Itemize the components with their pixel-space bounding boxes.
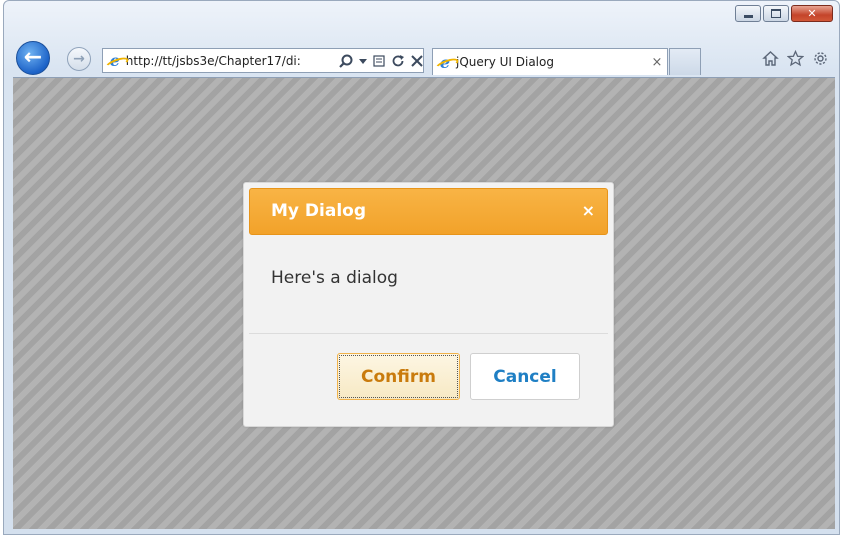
browser-tab-active[interactable]: e jQuery UI Dialog × xyxy=(432,48,668,75)
new-tab-button[interactable] xyxy=(669,48,701,75)
back-arrow-icon: ← xyxy=(23,45,43,70)
back-button[interactable]: ← xyxy=(16,41,50,75)
dialog-title: My Dialog xyxy=(271,201,367,221)
navigation-bar: ← → e http://tt/jsbs3e/Chapter17/di: e j… xyxy=(4,41,839,77)
address-bar-buttons xyxy=(339,54,423,68)
forward-arrow-icon: → xyxy=(73,51,85,67)
forward-button[interactable]: → xyxy=(67,47,91,71)
maximize-button[interactable] xyxy=(763,5,789,22)
dropdown-icon[interactable] xyxy=(359,54,367,68)
window-caption-buttons: ✕ xyxy=(735,5,833,22)
tab-close-icon[interactable]: × xyxy=(647,55,667,70)
dialog-close-icon[interactable]: × xyxy=(582,201,595,220)
modal-dialog: My Dialog × Here's a dialog Confirm Canc… xyxy=(243,182,614,427)
confirm-button[interactable]: Confirm xyxy=(337,353,460,400)
ie-page-icon: e xyxy=(107,51,123,70)
dialog-titlebar[interactable]: My Dialog × xyxy=(249,188,608,235)
refresh-icon[interactable] xyxy=(392,54,405,68)
window-close-button[interactable]: ✕ xyxy=(791,5,833,22)
compat-icon[interactable] xyxy=(373,54,386,68)
dialog-message: Here's a dialog xyxy=(271,268,398,288)
address-bar[interactable]: e http://tt/jsbs3e/Chapter17/di: xyxy=(102,48,424,73)
ie-tab-icon: e xyxy=(437,53,453,72)
close-icon: ✕ xyxy=(807,7,817,20)
minimize-icon xyxy=(743,14,753,18)
browser-toolbar-icons xyxy=(762,50,829,67)
search-icon[interactable] xyxy=(339,54,353,68)
maximize-icon xyxy=(771,9,781,18)
settings-icon[interactable] xyxy=(812,50,829,67)
dialog-divider xyxy=(249,333,608,334)
tab-title: jQuery UI Dialog xyxy=(456,55,554,69)
minimize-button[interactable] xyxy=(735,5,761,22)
url-text[interactable]: http://tt/jsbs3e/Chapter17/di: xyxy=(126,54,335,68)
stop-icon[interactable] xyxy=(411,54,423,68)
cancel-button[interactable]: Cancel xyxy=(470,353,580,400)
home-icon[interactable] xyxy=(762,50,779,67)
favorites-icon[interactable] xyxy=(787,50,804,67)
